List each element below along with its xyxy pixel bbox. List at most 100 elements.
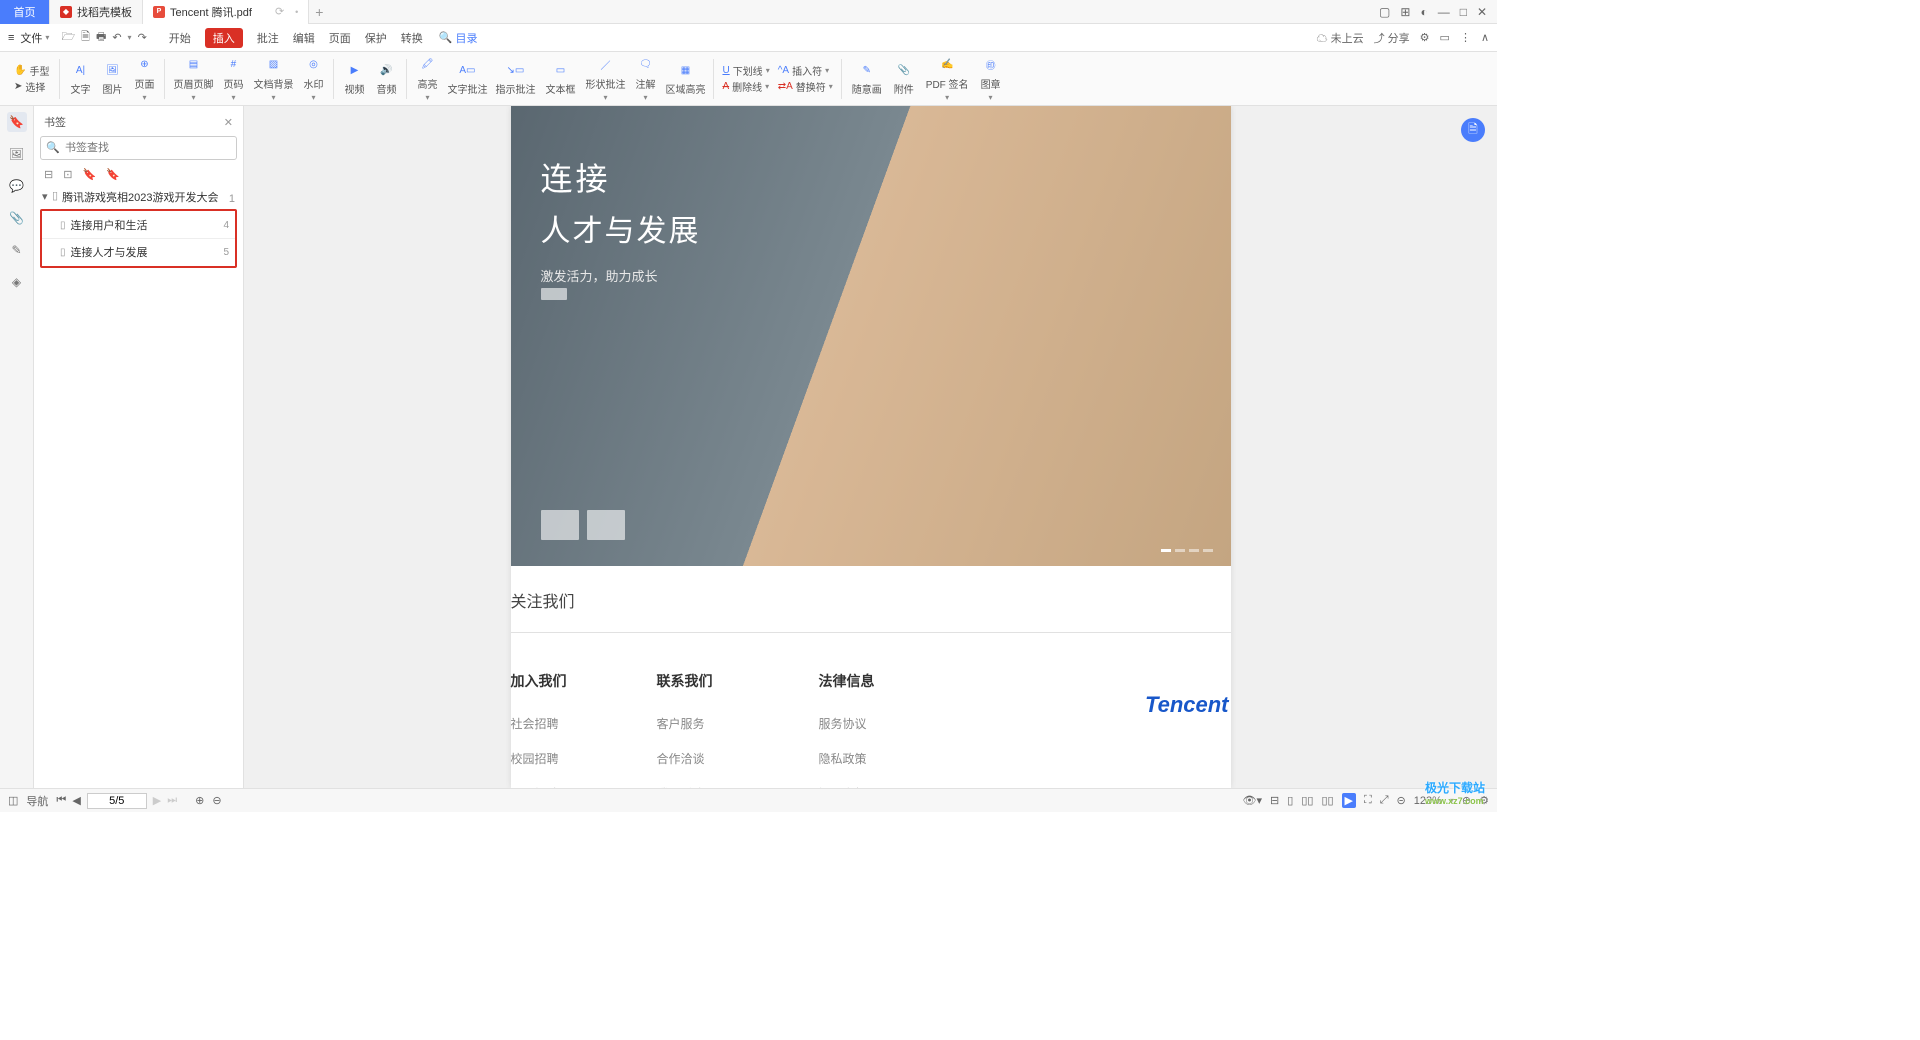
note-btn[interactable]: 🗨注解▾ [629, 52, 661, 106]
toc-link[interactable]: 🔍目录 [439, 30, 478, 46]
page-btn[interactable]: ⊕页面▾ [128, 52, 160, 106]
shapeannot-btn[interactable]: ／形状批注▾ [581, 52, 629, 106]
carousel-dots[interactable] [1161, 549, 1213, 552]
prev-page-icon[interactable]: ◀ [72, 794, 80, 807]
bookmark-root[interactable]: ▾ ▯ 腾讯游戏亮相2023游戏开发大会 1 [40, 187, 237, 207]
layers-icon[interactable]: ◈ [7, 272, 27, 292]
tab-protect[interactable]: 保护 [365, 30, 387, 46]
footer-link[interactable]: 校园招聘 [511, 750, 567, 767]
grid-icon[interactable]: ⊞ [1400, 5, 1410, 19]
sign-btn[interactable]: ✍PDF 签名▾ [920, 52, 975, 106]
view-eye-icon[interactable]: 👁▾ [1243, 794, 1263, 807]
delete-bookmark-icon[interactable]: 🔖 [106, 168, 120, 181]
close-icon[interactable]: ✕ [1477, 5, 1487, 19]
image-btn[interactable]: 🖼图片 [96, 57, 128, 100]
thumbnail-icon[interactable]: 🖼 [7, 144, 27, 164]
continuous-icon[interactable]: ▯▯ [1301, 794, 1313, 807]
tab-start[interactable]: 开始 [169, 30, 191, 46]
footer-link[interactable]: 社会招聘 [511, 715, 567, 732]
save-icon[interactable]: 🗎 [81, 28, 90, 47]
bookmark-item[interactable]: ▯ 连接人才与发展 5 [42, 238, 235, 265]
expand-all-icon[interactable]: ⊡ [63, 168, 72, 181]
stamp-btn[interactable]: ㊞图章▾ [975, 52, 1007, 106]
textbox-btn[interactable]: ▭文本框 [539, 57, 581, 100]
headerfooter-btn[interactable]: ▤页眉页脚▾ [169, 52, 217, 106]
highlight-btn[interactable]: 🖍高亮▾ [411, 52, 443, 106]
insertchar-btn[interactable]: ^A插入符▾ [778, 63, 833, 78]
hamburger-icon[interactable]: ≡ [8, 32, 14, 44]
tab-pdf[interactable]: P Tencent 腾讯.pdf ⟳ • [143, 0, 309, 24]
attach-rail-icon[interactable]: 📎 [7, 208, 27, 228]
pagenum-btn[interactable]: #页码▾ [217, 52, 249, 106]
tab-insert[interactable]: 插入 [205, 28, 243, 48]
callout-btn[interactable]: ↘▭指示批注 [491, 57, 539, 100]
avatar-icon[interactable]: ◐ [1420, 5, 1427, 19]
tree-toggle-icon[interactable]: ▾ [42, 190, 52, 203]
strike-btn[interactable]: A删除线▾ [722, 79, 769, 94]
cloud-status[interactable]: ☁ 未上云 [1317, 30, 1364, 46]
areahl-btn[interactable]: ▦区域高亮 [661, 57, 709, 100]
audio-btn[interactable]: 🔊音频 [370, 57, 402, 100]
bookmark-item[interactable]: ▯ 连接用户和生活 4 [42, 212, 235, 238]
hand-tool[interactable]: ✋手型 [14, 63, 49, 78]
file-menu[interactable]: 文件▾ [20, 30, 49, 46]
floating-help-badge[interactable]: 🗎 [1461, 118, 1485, 142]
page-input[interactable] [87, 793, 147, 809]
single-page-icon[interactable]: ▯ [1287, 794, 1293, 807]
footer-link[interactable]: 客户服务 [657, 715, 729, 732]
attach-btn[interactable]: 📎附件 [888, 57, 920, 100]
fit-width-icon[interactable]: ⊟ [1270, 794, 1279, 807]
nav-label[interactable]: 导航 [26, 793, 48, 809]
add-bookmark-icon[interactable]: 🔖 [82, 168, 96, 181]
layout-icon[interactable]: ▢ [1379, 5, 1390, 19]
open-icon[interactable]: 🗁 [61, 28, 75, 47]
gear-icon[interactable]: ⚙ [1420, 31, 1430, 44]
minimize-icon[interactable]: — [1438, 5, 1450, 19]
tab-convert[interactable]: 转换 [401, 30, 423, 46]
bookmark-icon[interactable]: 🔖 [7, 112, 27, 132]
text-btn[interactable]: A|文字 [64, 57, 96, 100]
tab-edit[interactable]: 编辑 [293, 30, 315, 46]
nav-icon[interactable]: ◫ [8, 794, 18, 807]
redo-icon[interactable]: ↷ [138, 31, 147, 44]
share-button[interactable]: ⤴ 分享 [1374, 30, 1410, 46]
undo-more[interactable]: ▾ [128, 33, 132, 42]
close-panel-icon[interactable]: ✕ [224, 116, 233, 129]
print-icon[interactable]: 🖶 [96, 28, 106, 47]
add-page-icon[interactable]: ⊕ [195, 794, 204, 807]
collapse-all-icon[interactable]: ⊟ [44, 168, 53, 181]
extract-icon[interactable]: ✎ [7, 240, 27, 260]
watermark-btn[interactable]: ◎水印▾ [297, 52, 329, 106]
first-page-icon[interactable]: ⏮ [56, 794, 66, 807]
footer-link[interactable]: 服务协议 [819, 715, 875, 732]
video-btn[interactable]: ▶视频 [338, 57, 370, 100]
document-viewport[interactable]: 连接 人才与发展 激发活力，助力成长 关注我们 加入我们 社会招聘 [244, 106, 1497, 788]
textannot-btn[interactable]: A▭文字批注 [443, 57, 491, 100]
msg-icon[interactable]: ▭ [1440, 31, 1450, 44]
freedraw-btn[interactable]: ✎随意画 [846, 57, 888, 100]
footer-link[interactable]: 合作洽谈 [657, 750, 729, 767]
more-icon[interactable]: ⋮ [1460, 31, 1471, 44]
presentation-icon[interactable]: ▶ [1342, 793, 1356, 808]
comment-icon[interactable]: 💬 [7, 176, 27, 196]
last-page-icon[interactable]: ⏭ [167, 794, 177, 807]
tab-add[interactable]: + [309, 4, 329, 20]
maximize-icon[interactable]: □ [1460, 5, 1467, 19]
underline-btn[interactable]: U下划线▾ [722, 63, 769, 78]
tab-sync-icon[interactable]: ⟳ [275, 5, 284, 18]
footer-link[interactable]: 隐私政策 [819, 750, 875, 767]
tab-page[interactable]: 页面 [329, 30, 351, 46]
docbg-btn[interactable]: ▨文档背景▾ [249, 52, 297, 106]
tab-annotate[interactable]: 批注 [257, 30, 279, 46]
select-tool[interactable]: ➤选择 [14, 79, 45, 94]
collapse-icon[interactable]: ∧ [1481, 31, 1489, 44]
next-page-icon[interactable]: ▶ [153, 794, 161, 807]
bookmark-search-input[interactable] [40, 136, 237, 160]
undo-icon[interactable]: ↶ [112, 31, 121, 44]
tab-home[interactable]: 首页 [0, 0, 50, 24]
zoom-out-icon[interactable]: ⊝ [1397, 794, 1406, 807]
tab-template[interactable]: ◆ 找稻壳模板 [50, 0, 143, 24]
twopage-icon[interactable]: ▯▯ [1321, 794, 1333, 807]
crop-icon[interactable]: ⤢ [1380, 794, 1389, 807]
replacechar-btn[interactable]: ⇄A替换符▾ [778, 79, 833, 94]
